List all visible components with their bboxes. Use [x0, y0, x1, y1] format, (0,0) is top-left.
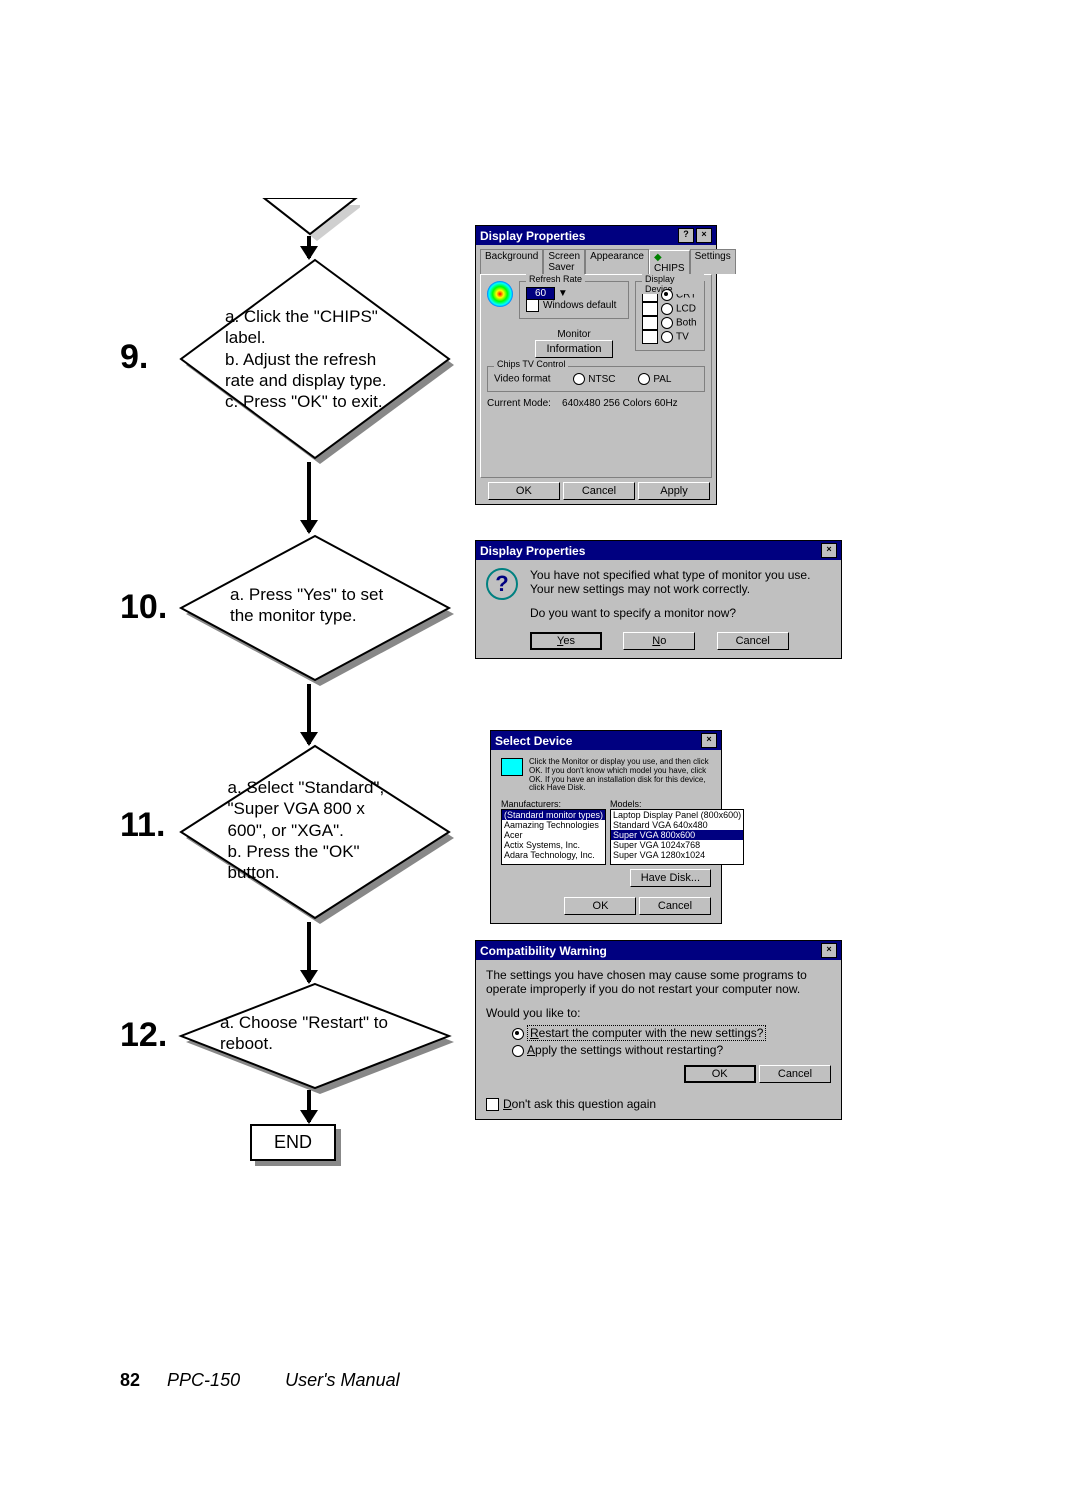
dialog-compatibility-warning: Compatibility Warning × The settings you… [475, 940, 842, 1120]
titlebar: Compatibility Warning × [476, 941, 841, 960]
cancel-button[interactable]: Cancel [563, 482, 635, 500]
list-item[interactable]: Super VGA 1024x768 [611, 840, 743, 850]
information-button[interactable]: Information [535, 340, 612, 358]
windows-default-checkbox[interactable] [526, 299, 539, 312]
flow-arrow [307, 922, 311, 982]
tab-chips[interactable]: ◆ CHIPS [649, 250, 690, 275]
flow-arrow [307, 462, 311, 532]
apply-button[interactable]: Apply [638, 482, 710, 500]
tab-panel: Refresh Rate 60 ▼ Windows default Monito… [480, 274, 712, 478]
page-number: 82 [120, 1370, 140, 1390]
title: Compatibility Warning [480, 944, 607, 958]
no-button[interactable]: No [623, 632, 695, 650]
radio-lcd[interactable] [661, 303, 673, 315]
lcd-icon [642, 302, 658, 316]
close-icon[interactable]: × [696, 228, 712, 243]
tabs: Background Screen Saver Appearance ◆ CHI… [476, 249, 716, 274]
ok-button[interactable]: OK [564, 897, 636, 915]
cancel-button[interactable]: Cancel [639, 897, 711, 915]
manual-page: 9. a. Click the "CHIPS" label.b. Adjust … [0, 0, 1080, 1511]
title: Select Device [495, 734, 572, 748]
prompt-label: Would you like to: [486, 1006, 831, 1020]
titlebar: Display Properties × [476, 541, 841, 560]
manual-title: User's Manual [285, 1370, 399, 1390]
dialog-display-properties: Display Properties ? × Background Screen… [475, 225, 717, 505]
list-item[interactable]: (Standard monitor types) [502, 810, 605, 820]
flow-arrow [307, 684, 311, 744]
tv-icon [642, 330, 658, 344]
step-9-text: a. Click the "CHIPS" label.b. Adjust the… [225, 306, 395, 412]
titlebar: Display Properties ? × [476, 226, 716, 245]
manufacturers-list[interactable]: (Standard monitor types) Aamazing Techno… [501, 809, 606, 865]
radio-apply[interactable] [512, 1045, 524, 1057]
title: Display Properties [480, 229, 585, 243]
step-number-11: 11. [120, 806, 165, 845]
cancel-button[interactable]: Cancel [717, 632, 789, 650]
ok-button[interactable]: OK [488, 482, 560, 500]
radio-ntsc[interactable] [573, 373, 585, 385]
tab-appearance[interactable]: Appearance [585, 249, 649, 274]
tab-background[interactable]: Background [480, 249, 543, 274]
ok-button[interactable]: OK [684, 1065, 756, 1083]
radio-tv[interactable] [661, 331, 673, 343]
step-11-text: a. Select "Standard", "Super VGA 800 x 6… [228, 777, 393, 883]
prompt-text-1: You have not specified what type of moni… [530, 568, 831, 596]
close-icon[interactable]: × [821, 943, 837, 958]
models-list[interactable]: Laptop Display Panel (800x600) Standard … [610, 809, 744, 865]
list-item[interactable]: Laptop Display Panel (800x600) [611, 810, 743, 820]
close-icon[interactable]: × [821, 543, 837, 558]
flow-step-12: a. Choose "Restart" to reboot. [175, 978, 445, 1088]
list-item[interactable]: Actix Systems, Inc. [502, 840, 605, 850]
step-number-10: 10. [120, 588, 167, 627]
title: Display Properties [480, 544, 585, 558]
tab-settings[interactable]: Settings [690, 249, 736, 274]
radio-restart[interactable] [512, 1028, 524, 1040]
close-icon[interactable]: × [701, 733, 717, 748]
step-number-12: 12. [120, 1016, 167, 1055]
monitor-icon [501, 758, 523, 776]
list-item[interactable]: Aamazing Technologies [502, 820, 605, 830]
warning-text: The settings you have chosen may cause s… [486, 968, 831, 996]
model-label: PPC-150 [167, 1370, 240, 1390]
flow-step-11: a. Select "Standard", "Super VGA 800 x 6… [175, 740, 445, 920]
radio-crt[interactable] [661, 289, 673, 301]
yes-button[interactable]: Yes [530, 632, 602, 650]
tab-screensaver[interactable]: Screen Saver [543, 249, 585, 274]
titlebar: Select Device × [491, 731, 721, 750]
list-item[interactable]: Standard VGA 640x480 [611, 820, 743, 830]
list-item[interactable]: Acer [502, 830, 605, 840]
flow-end: END [250, 1124, 336, 1161]
step-10-text: a. Press "Yes" to set the monitor type. [230, 584, 390, 627]
prompt-text-2: Do you want to specify a monitor now? [530, 606, 831, 620]
have-disk-button[interactable]: Have Disk... [630, 869, 711, 887]
both-icon [642, 316, 658, 330]
step-number-9: 9. [120, 338, 148, 377]
help-icon[interactable]: ? [678, 228, 694, 243]
flow-arrow [307, 1090, 311, 1122]
flow-step-9: a. Click the "CHIPS" label.b. Adjust the… [175, 254, 445, 464]
radio-both[interactable] [661, 317, 673, 329]
question-icon: ? [486, 568, 518, 600]
list-item[interactable]: Adara Technology, Inc. [502, 850, 605, 860]
dialog-monitor-prompt: Display Properties × ? You have not spec… [475, 540, 842, 659]
list-item[interactable]: Super VGA 1280x1024 [611, 850, 743, 860]
list-item[interactable]: Super VGA 800x600 [611, 830, 743, 840]
radio-pal[interactable] [638, 373, 650, 385]
step-12-text: a. Choose "Restart" to reboot. [220, 1012, 400, 1055]
dialog-select-device: Select Device × Click the Monitor or dis… [490, 730, 722, 924]
cancel-button[interactable]: Cancel [759, 1065, 831, 1083]
page-footer: 82 PPC-150 User's Manual [120, 1370, 400, 1391]
dont-ask-checkbox[interactable] [486, 1098, 499, 1111]
intro-text: Click the Monitor or display you use, an… [529, 758, 711, 793]
palette-icon [487, 281, 513, 307]
flow-step-10: a. Press "Yes" to set the monitor type. [175, 530, 445, 680]
